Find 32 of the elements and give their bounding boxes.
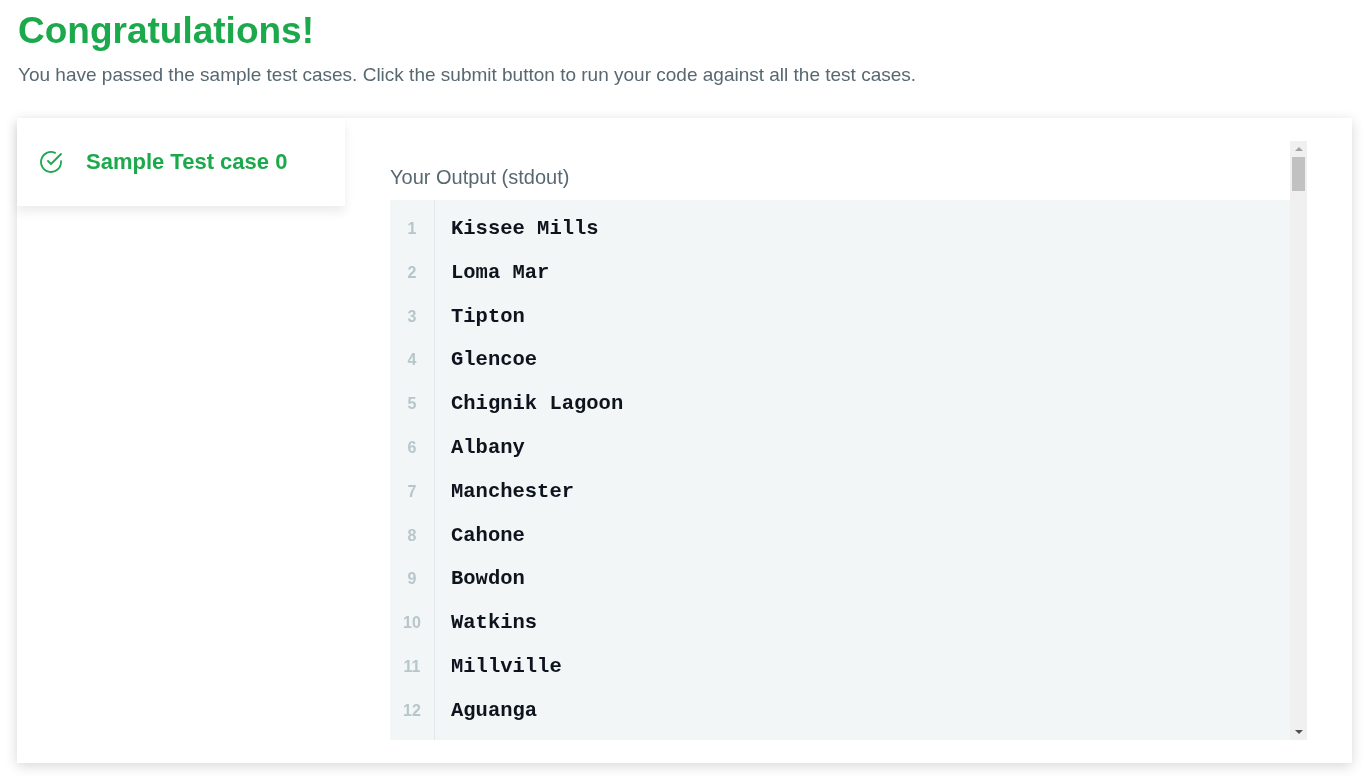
- down-triangle-icon[interactable]: [1294, 730, 1303, 734]
- output-line: Millville: [451, 654, 562, 678]
- test-case-tab[interactable]: Sample Test case 0: [17, 118, 345, 206]
- output-label: Your Output (stdout): [390, 165, 570, 189]
- line-number: 4: [406, 350, 418, 371]
- scrollbar[interactable]: [1290, 141, 1307, 740]
- line-number: 5: [406, 394, 418, 415]
- output-line: Kissee Mills: [451, 217, 599, 240]
- up-triangle-icon[interactable]: [1294, 147, 1303, 151]
- output-line: Watkins: [451, 611, 538, 635]
- output-line: Bowdon: [451, 567, 525, 591]
- output-line: Tipton: [451, 304, 525, 328]
- line-number: 7: [406, 481, 418, 502]
- output-line: Aguanga: [451, 698, 538, 722]
- line-number: 10: [402, 613, 422, 634]
- line-number: 9: [406, 569, 418, 590]
- result-message: You have passed the sample test cases. Click the submit button to run your code against all the test cases.: [18, 63, 917, 87]
- output-line: Manchester: [451, 479, 575, 503]
- line-number: 1: [406, 219, 418, 239]
- output-line: Glencoe: [451, 348, 538, 372]
- congratulations-heading: Congratulations!: [18, 9, 314, 53]
- output-line: Chignik Lagoon: [451, 392, 624, 416]
- line-number: 3: [406, 306, 418, 327]
- line-number: 12: [402, 700, 422, 721]
- output-line: Cahone: [451, 523, 525, 547]
- output-line: Albany: [451, 436, 525, 459]
- line-number: 6: [406, 438, 418, 458]
- line-number: 11: [402, 656, 422, 677]
- line-number: 8: [406, 525, 418, 546]
- line-number: 2: [406, 262, 418, 283]
- scrollbar-thumb[interactable]: [1292, 157, 1305, 191]
- output-line: Loma Mar: [451, 260, 550, 284]
